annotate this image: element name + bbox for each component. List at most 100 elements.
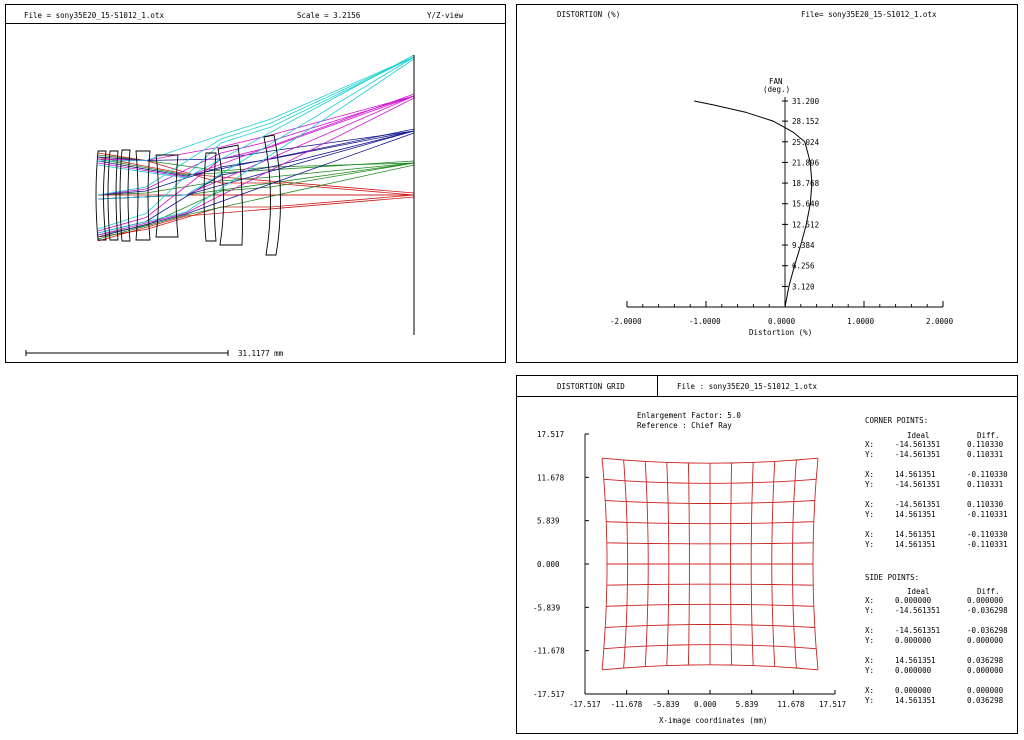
point-x-label: X: [865, 530, 875, 539]
point-y-label: Y: [865, 606, 875, 615]
point-x-label: X: [865, 596, 875, 605]
fan-tick-label: 3.120 [792, 282, 815, 291]
point-y-diff: 0.036298 [967, 696, 1004, 705]
fan-axis-unit: (deg.) [763, 85, 790, 94]
point-x-ideal: -14.561351 [895, 500, 941, 509]
lens-layout-panel: File = sony35E20_15-S1012_1.otx Scale = … [5, 4, 506, 363]
corner-points-title: CORNER POINTS: [865, 416, 929, 425]
point-x-ideal: -14.561351 [895, 440, 941, 449]
point-x-diff: 0.110330 [967, 440, 1004, 449]
ray-fans [97, 54, 415, 242]
fan-tick-label: 21.896 [792, 158, 820, 167]
point-x-label: X: [865, 470, 875, 479]
grid-x-tick-label: 5.839 [736, 700, 759, 709]
grid-x-tick-label: 17.517 [819, 700, 846, 709]
ray-line [97, 130, 415, 161]
point-x-ideal: 14.561351 [895, 656, 936, 665]
distortion-grid-chart: 17.517 11.678 5.839 0.000 -5.839 -11.678 -17.5… [533, 430, 846, 725]
point-x-diff: 0.000000 [967, 596, 1004, 605]
distortion-tick-label: 2.0000 [926, 317, 954, 326]
col-header-ideal: Ideal [907, 587, 930, 596]
point-x-ideal: -14.561351 [895, 626, 941, 635]
point-y-ideal: 14.561351 [895, 510, 936, 519]
point-x-diff: -0.110330 [967, 470, 1008, 479]
point-y-diff: -0.036298 [967, 606, 1008, 615]
distortion-grid-panel: DISTORTION GRID File : sony35E20_15-S101… [516, 375, 1018, 734]
grid-y-tick-label: 17.517 [537, 430, 564, 439]
point-x-diff: 0.000000 [967, 686, 1004, 695]
distortion-tick-label: -1.0000 [689, 317, 721, 326]
grid-y-tick-label: 5.839 [537, 517, 560, 526]
grid-y-tick-label: 11.678 [537, 473, 565, 482]
grid-xlabel: X-image coordinates (mm) [659, 716, 767, 725]
point-y-ideal: -14.561351 [895, 450, 941, 459]
distortion-tick-label: -2.0000 [610, 317, 642, 326]
grid-line-vertical [601, 458, 608, 670]
distortion-xlabel: Distortion (%) [749, 328, 812, 337]
point-y-diff: 0.110331 [967, 450, 1004, 459]
distortion-chart: FAN (deg.) 3.1206.2569.38412.51215.64018… [610, 77, 954, 337]
scale-bar-label: 31.1177 mm [238, 349, 284, 358]
point-y-ideal: 0.000000 [895, 636, 932, 645]
grid-x-tick-label: 11.678 [777, 700, 805, 709]
distortion-panel: DISTORTION (%) File= sony35E20_15-S1012_… [516, 4, 1018, 363]
grid-x-tick-label: -17.517 [569, 700, 601, 709]
point-y-label: Y: [865, 510, 875, 519]
point-x-ideal: 14.561351 [895, 530, 936, 539]
point-y-ideal: -14.561351 [895, 480, 941, 489]
fan-tick-label: 9.384 [792, 241, 815, 250]
lens-element-1 [95, 150, 107, 241]
grid-y-tick-label: -5.839 [533, 603, 560, 612]
grid-y-tick-label: 0.000 [537, 560, 560, 569]
grid-x-tick-label: 0.000 [694, 700, 717, 709]
point-x-diff: -0.110330 [967, 530, 1008, 539]
point-y-ideal: 14.561351 [895, 696, 936, 705]
point-y-label: Y: [865, 696, 875, 705]
point-x-label: X: [865, 626, 875, 635]
point-x-label: X: [865, 656, 875, 665]
fan-tick-label: 18.768 [792, 179, 820, 188]
fan-tick-label: 15.640 [792, 200, 820, 209]
ray-line [97, 196, 415, 242]
col-header-diff: Diff. [977, 587, 1000, 596]
distortion-tick-label: 1.0000 [847, 317, 875, 326]
grid-x-tick-label: -11.678 [611, 700, 643, 709]
distortion-tick-label: 0.0000 [768, 317, 796, 326]
point-y-ideal: 14.561351 [895, 540, 936, 549]
point-x-diff: -0.036298 [967, 626, 1008, 635]
point-y-diff: 0.000000 [967, 636, 1004, 645]
grid-line-horizontal [601, 664, 819, 671]
fan-tick-label: 28.152 [792, 117, 819, 126]
point-x-label: X: [865, 686, 875, 695]
ray-line [97, 154, 415, 172]
grid-y-tick-label: -11.678 [533, 647, 565, 656]
lens-element-6 [203, 152, 217, 242]
point-x-ideal: 14.561351 [895, 470, 936, 479]
point-y-diff: -0.110331 [967, 510, 1008, 519]
point-y-diff: 0.000000 [967, 666, 1004, 675]
grid-line-vertical [812, 458, 819, 670]
point-x-label: X: [865, 440, 875, 449]
point-y-label: Y: [865, 636, 875, 645]
point-y-diff: -0.110331 [967, 540, 1008, 549]
point-y-label: Y: [865, 480, 875, 489]
grid-line-horizontal [601, 457, 819, 464]
lens-drawing [25, 54, 415, 356]
point-y-ideal: 0.000000 [895, 666, 932, 675]
point-x-diff: 0.110330 [967, 500, 1004, 509]
point-y-label: Y: [865, 450, 875, 459]
grid-y-tick-label: -17.517 [533, 690, 565, 699]
point-y-diff: 0.110331 [967, 480, 1004, 489]
side-points-title: SIDE POINTS: [865, 573, 920, 582]
col-header-diff: Diff. [977, 431, 1000, 440]
fan-tick-label: 31.200 [792, 97, 820, 106]
point-x-label: X: [865, 500, 875, 509]
point-y-ideal: -14.561351 [895, 606, 941, 615]
point-y-label: Y: [865, 540, 875, 549]
point-x-ideal: 0.000000 [895, 596, 932, 605]
grid-x-tick-label: -5.839 [652, 700, 679, 709]
point-x-ideal: 0.000000 [895, 686, 932, 695]
col-header-ideal: Ideal [907, 431, 930, 440]
point-y-label: Y: [865, 666, 875, 675]
point-x-diff: 0.036298 [967, 656, 1004, 665]
